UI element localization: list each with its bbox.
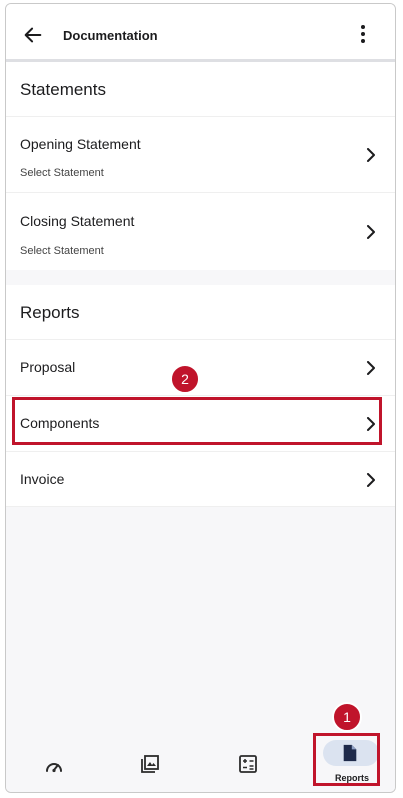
chevron-right-icon — [367, 148, 375, 162]
highlight-box-reports — [313, 733, 380, 786]
row-label: Closing Statement — [20, 213, 135, 229]
page-title: Documentation — [63, 28, 158, 43]
row-subtitle: Select Statement — [20, 245, 104, 257]
nav-item-gallery[interactable] — [121, 734, 181, 792]
gallery-icon — [141, 755, 159, 773]
nav-item-dashboard[interactable] — [26, 734, 86, 792]
more-vertical-icon[interactable] — [359, 24, 367, 44]
callout-badge-2: 2 — [170, 364, 200, 394]
section-header-statements: Statements — [6, 62, 395, 116]
nav-item-calculator[interactable] — [218, 734, 278, 792]
chevron-right-icon — [367, 361, 375, 375]
list-item-closing-statement[interactable]: Closing Statement Select Statement — [6, 192, 395, 270]
speedometer-icon — [46, 763, 62, 773]
list-item-opening-statement[interactable]: Opening Statement Select Statement — [6, 116, 395, 192]
row-label: Opening Statement — [20, 136, 141, 152]
row-subtitle: Select Statement — [20, 167, 104, 179]
section-title: Reports — [20, 303, 80, 322]
list-item-invoice[interactable]: Invoice — [6, 451, 395, 507]
list-item-proposal[interactable]: Proposal — [6, 339, 395, 395]
calculator-icon — [239, 755, 257, 773]
arrow-left-icon[interactable] — [22, 24, 44, 46]
callout-badge-1: 1 — [332, 702, 362, 732]
section-header-reports: Reports — [6, 285, 395, 339]
top-app-bar: Documentation — [6, 4, 395, 62]
row-label: Proposal — [20, 359, 76, 375]
highlight-box-components — [12, 397, 382, 445]
chevron-right-icon — [367, 225, 375, 239]
chevron-right-icon — [367, 473, 375, 487]
row-label: Invoice — [20, 471, 65, 487]
section-title: Statements — [20, 80, 106, 99]
